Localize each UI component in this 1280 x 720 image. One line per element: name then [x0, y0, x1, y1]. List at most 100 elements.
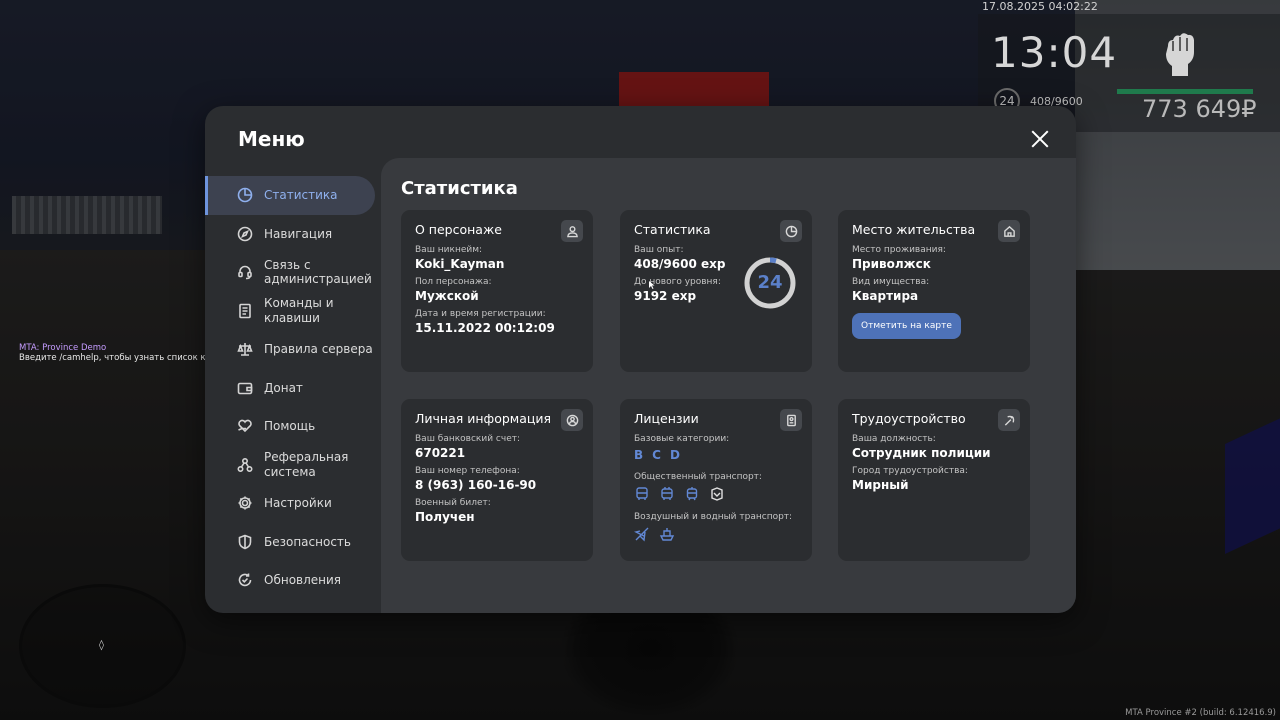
license-categories: B C D — [634, 448, 798, 462]
refresh-icon — [236, 571, 254, 589]
level-value: 24 — [757, 272, 783, 293]
id-card-icon — [780, 409, 802, 431]
sidebar-item-contact-admin[interactable]: Связь с администрацией — [205, 253, 381, 292]
phone-value: 8 (963) 160-16-90 — [415, 478, 537, 492]
field-label: Вид имущества: — [852, 277, 930, 287]
card-personal-info: Личная информация Ваш банковский счет: 6… — [401, 399, 593, 561]
field-label: Город трудоустройства: — [852, 466, 968, 476]
close-button[interactable] — [1027, 126, 1053, 152]
sidebar-item-rules[interactable]: Правила сервера — [205, 330, 381, 369]
headset-icon — [236, 263, 254, 281]
sidebar-item-label: Правила сервера — [264, 342, 373, 356]
pie-chart-icon — [236, 186, 254, 204]
property-value: Квартира — [852, 289, 919, 303]
bank-account-value: 670221 — [415, 446, 466, 460]
sidebar-item-label: Связь с администрацией — [264, 257, 372, 287]
license-category: B — [634, 448, 645, 462]
trolleybus-icon — [659, 486, 675, 502]
sidebar: Статистика Навигация Связь с администрац… — [205, 176, 381, 600]
home-icon — [998, 220, 1020, 242]
mouse-cursor-icon — [649, 281, 655, 289]
card-title: Трудоустройство — [852, 411, 966, 426]
hud-health-bar — [1117, 89, 1253, 94]
sidebar-item-label: Обновления — [264, 573, 342, 587]
registration-value: 15.11.2022 00:12:09 — [415, 321, 555, 335]
menu-window: Меню Статистика Навигация Связь с админи… — [205, 106, 1076, 613]
sidebar-item-help[interactable]: Помощь — [205, 407, 381, 446]
sidebar-item-commands[interactable]: Команды и клавиши — [205, 292, 381, 331]
card-title: Статистика — [634, 222, 711, 237]
field-label: Ваш номер телефона: — [415, 466, 520, 476]
hud-datetime: 17.08.2025 04:02:22 — [982, 0, 1098, 13]
card-character: О персонаже Ваш никнейм: Koki_Kayman Пол… — [401, 210, 593, 372]
field-label: Ваша должность: — [852, 434, 936, 444]
license-category: D — [669, 448, 681, 462]
bus-icon — [634, 486, 650, 502]
work-city-value: Мирный — [852, 478, 909, 492]
sidebar-item-updates[interactable]: Обновления — [205, 561, 381, 600]
field-label: Базовые категории: — [634, 434, 730, 444]
card-residence: Место жительства Место проживания: Приво… — [838, 210, 1030, 372]
card-title: Личная информация — [415, 411, 552, 426]
heart-hand-icon — [236, 417, 254, 435]
wallet-icon — [236, 379, 254, 397]
residence-value: Приволжск — [852, 257, 931, 271]
sidebar-item-settings[interactable]: Настройки — [205, 484, 381, 523]
sidebar-item-label: Безопасность — [264, 534, 351, 549]
card-statistics: Статистика Ваш опыт: 408/9600 exp До нов… — [620, 210, 812, 372]
sidebar-item-label: Донат — [264, 380, 303, 395]
content-panel: Статистика О персонаже Ваш никнейм: Koki… — [381, 158, 1076, 613]
shield-icon — [236, 533, 254, 551]
sidebar-item-label: Реферальная система — [264, 450, 349, 479]
sidebar-item-navigation[interactable]: Навигация — [205, 215, 381, 254]
military-id-value: Получен — [415, 510, 475, 524]
hud-money: 773 649₽ — [1142, 95, 1257, 123]
user-icon — [561, 220, 583, 242]
sidebar-item-label: Навигация — [264, 226, 333, 241]
card-title: Место жительства — [852, 222, 976, 237]
hud-time: 13:04 — [991, 28, 1118, 77]
field-label: Ваш никнейм: — [415, 245, 483, 255]
gear-icon — [236, 494, 254, 512]
build-info: MTA Province #2 (build: 6.12416.9) — [1125, 708, 1276, 718]
metro-icon — [709, 486, 725, 502]
sidebar-item-label: Помощь — [264, 419, 316, 433]
network-icon — [236, 456, 254, 474]
player-marker-icon: ◊ — [99, 640, 104, 651]
sidebar-item-donate[interactable]: Донат — [205, 369, 381, 408]
mark-on-map-button[interactable]: Отметить на карте — [852, 313, 961, 339]
sidebar-item-referral[interactable]: Реферальная система — [205, 446, 381, 485]
field-label: Место проживания: — [852, 245, 946, 255]
user-circle-icon — [561, 409, 583, 431]
position-value: Сотрудник полиции — [852, 446, 991, 460]
sidebar-item-label: Статистика — [264, 188, 338, 202]
airplane-icon — [634, 526, 650, 542]
field-label: Ваш опыт: — [634, 245, 684, 255]
nickname-value: Koki_Kayman — [415, 257, 505, 271]
field-label: Общественный транспорт: — [634, 472, 762, 482]
pickaxe-icon — [998, 409, 1020, 431]
field-label: Воздушный и водный транспорт: — [634, 512, 793, 522]
document-icon — [236, 302, 254, 320]
menu-title: Меню — [238, 127, 305, 151]
compass-icon — [236, 225, 254, 243]
card-licenses: Лицензии Базовые категории: B C D Общест… — [620, 399, 812, 561]
card-employment: Трудоустройство Ваша должность: Сотрудни… — [838, 399, 1030, 561]
fist-icon — [1160, 32, 1200, 76]
boat-icon — [659, 526, 675, 542]
content-title: Статистика — [401, 178, 518, 199]
gender-value: Мужской — [415, 289, 479, 303]
card-title: Лицензии — [634, 411, 699, 426]
sidebar-item-statistics[interactable]: Статистика — [205, 176, 375, 215]
card-title: О персонаже — [415, 222, 502, 237]
tram-icon — [684, 486, 700, 502]
public-transport-licenses — [634, 486, 798, 502]
field-label: Военный билет: — [415, 498, 491, 508]
sidebar-item-label: Команды и клавиши — [264, 296, 334, 325]
air-water-licenses — [634, 526, 798, 542]
field-label: Пол персонажа: — [415, 277, 492, 287]
pie-chart-icon — [780, 220, 802, 242]
scales-icon — [236, 340, 254, 358]
sidebar-item-security[interactable]: Безопасность — [205, 523, 381, 562]
field-label: Ваш банковский счет: — [415, 434, 521, 444]
